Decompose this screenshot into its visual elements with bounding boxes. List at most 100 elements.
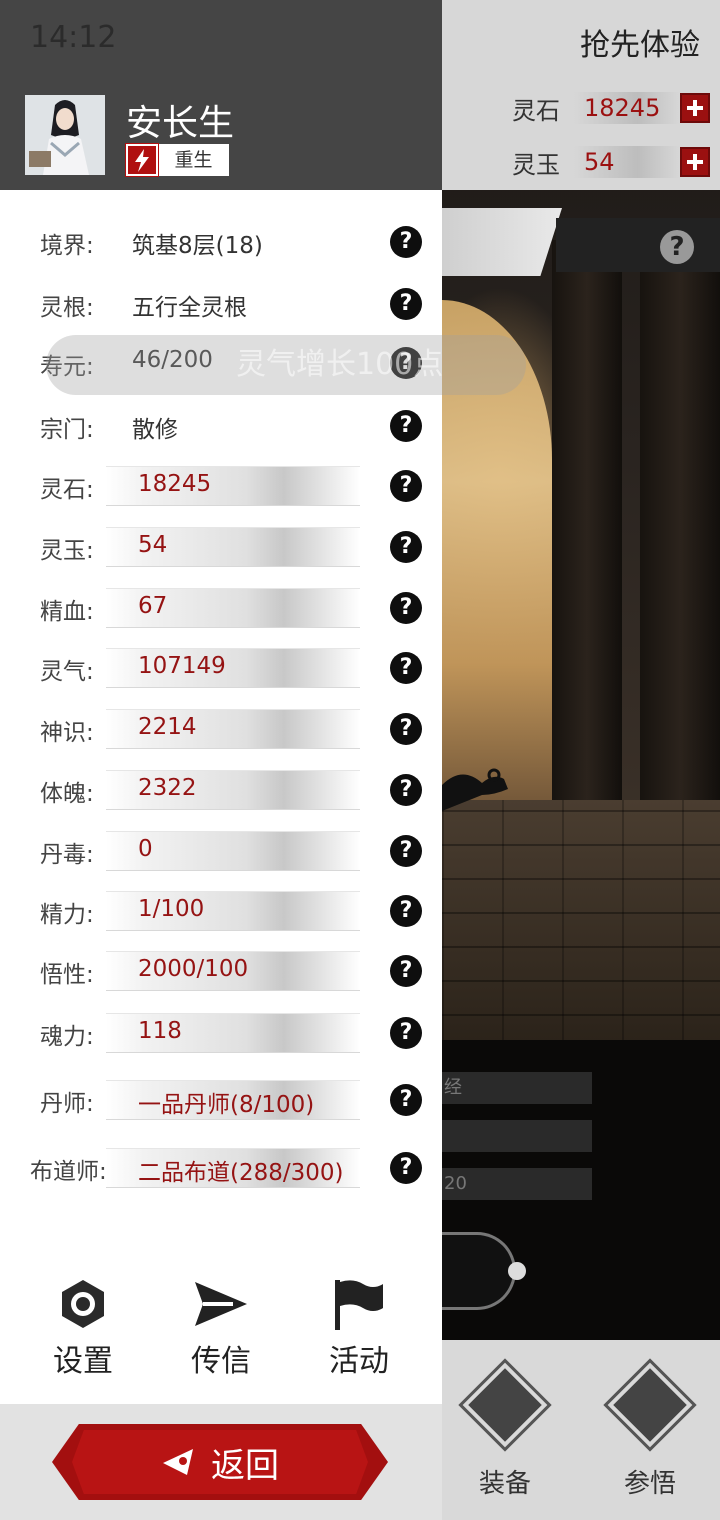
help-icon[interactable]: ? xyxy=(390,774,422,806)
stat-row: 丹师: 一品丹师(8/100)? xyxy=(0,1080,442,1120)
stat-label: 体魄: xyxy=(40,781,94,807)
resource-label: 灵石 xyxy=(512,96,560,125)
stat-row: 灵根: 五行全灵根? xyxy=(0,284,442,324)
add-resource-button[interactable] xyxy=(680,93,710,123)
help-icon[interactable]: ? xyxy=(390,652,422,684)
stone-pillar xyxy=(640,240,720,860)
nav-equipment[interactable]: 装备 xyxy=(455,1358,555,1500)
stat-value-bar: 0 xyxy=(106,831,360,871)
stat-value-bar: 2322 xyxy=(106,770,360,810)
status-time: 14:12 xyxy=(30,20,117,55)
back-button[interactable]: 返回 xyxy=(52,1424,388,1500)
help-icon[interactable]: ? xyxy=(390,226,422,258)
help-icon: ? xyxy=(660,230,694,264)
stat-value-bar: 2000/100 xyxy=(106,951,360,991)
stat-row: 悟性: 2000/100? xyxy=(0,951,442,991)
stat-label: 灵玉: xyxy=(40,538,94,564)
resource-value: 54 xyxy=(574,146,680,178)
stat-row: 灵玉: 54? xyxy=(0,527,442,567)
stat-label: 神识: xyxy=(40,720,94,746)
bg-row: 经 xyxy=(442,1072,592,1104)
stat-label: 丹师: xyxy=(40,1091,94,1117)
send-icon xyxy=(195,1282,247,1326)
stat-row: 宗门: 散修? xyxy=(0,406,442,446)
help-icon[interactable]: ? xyxy=(390,531,422,563)
avatar[interactable] xyxy=(25,95,105,175)
stat-value: 54 xyxy=(138,532,168,558)
help-icon[interactable]: ? xyxy=(390,1084,422,1116)
resource-row-lingshi: 灵石 18245 xyxy=(512,90,710,126)
menu-label: 设置 xyxy=(53,1344,113,1379)
lightning-icon xyxy=(125,143,159,177)
stone-pillar xyxy=(552,240,622,840)
rebirth-tag: 重生 xyxy=(125,143,229,177)
stat-value-bar: 1/100 xyxy=(106,891,360,931)
resource-label: 灵玉 xyxy=(512,150,560,179)
nav-comprehend[interactable]: 参悟 xyxy=(600,1358,700,1500)
stat-value: 67 xyxy=(138,593,168,619)
help-icon[interactable]: ? xyxy=(390,410,422,442)
stat-value: 0 xyxy=(138,836,153,862)
flag-icon xyxy=(335,1280,383,1330)
scroll-banner-dark xyxy=(556,218,720,272)
back-arrow-icon xyxy=(163,1449,193,1475)
stat-label: 精血: xyxy=(40,599,94,625)
book-icon xyxy=(603,1358,697,1452)
stat-row: 精力: 1/100? xyxy=(0,891,442,931)
stat-label: 魂力: xyxy=(40,1024,94,1050)
tag-label: 重生 xyxy=(174,149,213,171)
menu-label: 传信 xyxy=(191,1344,251,1379)
settings-button[interactable]: 设置 xyxy=(28,1278,138,1380)
help-icon[interactable]: ? xyxy=(390,895,422,927)
nav-label: 参悟 xyxy=(623,1469,676,1499)
stat-value: 1/100 xyxy=(138,896,205,922)
stat-value: 2214 xyxy=(138,714,197,740)
stat-value-bar: 18245 xyxy=(106,466,360,506)
message-button[interactable]: 传信 xyxy=(166,1278,276,1380)
menu-label: 活动 xyxy=(329,1344,389,1379)
events-button[interactable]: 活动 xyxy=(304,1278,414,1380)
stat-value-bar: 2214 xyxy=(106,709,360,749)
stat-value: 18245 xyxy=(138,471,212,497)
help-icon[interactable]: ? xyxy=(390,713,422,745)
stat-label: 宗门: xyxy=(40,417,94,443)
nav-label: 装备 xyxy=(478,1469,531,1499)
stat-row: 体魄: 2322? xyxy=(0,770,442,810)
stat-row: 布道师: 二品布道(288/300)? xyxy=(0,1148,442,1188)
help-icon[interactable]: ? xyxy=(390,835,422,867)
add-resource-button[interactable] xyxy=(680,147,710,177)
stat-value: 散修 xyxy=(132,417,178,443)
drawer-header: 14:12 安长生 重生 xyxy=(0,0,442,190)
stat-row: 魂力: 118? xyxy=(0,1013,442,1053)
help-icon[interactable]: ? xyxy=(390,470,422,502)
avatar-portrait-icon xyxy=(25,95,105,175)
stat-value-bar: 107149 xyxy=(106,648,360,688)
player-name: 安长生 xyxy=(126,103,235,144)
stat-value-bar: 118 xyxy=(106,1013,360,1053)
stat-value-bar: 二品布道(288/300) xyxy=(106,1148,360,1188)
sword-icon xyxy=(458,1358,552,1452)
back-label: 返回 xyxy=(211,1445,279,1486)
stat-label: 丹毒: xyxy=(40,842,94,868)
help-icon[interactable]: ? xyxy=(390,1017,422,1049)
help-icon[interactable]: ? xyxy=(390,1152,422,1184)
meditating-figure-icon xyxy=(442,768,508,811)
gear-icon xyxy=(62,1280,104,1328)
resource-row-lingyu: 灵玉 54 xyxy=(512,144,710,180)
stat-value-bar: 一品丹师(8/100) xyxy=(106,1080,360,1120)
stat-label: 灵根: xyxy=(40,295,94,321)
scroll-banner xyxy=(442,208,562,276)
stat-value-bar: 67 xyxy=(106,588,360,628)
stat-value: 2322 xyxy=(138,775,197,801)
floating-tip: 灵气增长100点 xyxy=(46,335,526,395)
stone-floor xyxy=(442,800,720,1050)
side-drawer: 14:12 安长生 重生 境界: 筑基8层(18)? 灵根: 五行全灵根? 寿元: 46/… xyxy=(0,0,442,1520)
stat-value: 筑基8层(18) xyxy=(132,233,263,259)
stat-value-bar: 54 xyxy=(106,527,360,567)
help-icon[interactable]: ? xyxy=(390,955,422,987)
stat-row: 神识: 2214? xyxy=(0,709,442,749)
help-icon[interactable]: ? xyxy=(390,592,422,624)
stat-row: 丹毒: 0? xyxy=(0,831,442,871)
stat-value: 二品布道(288/300) xyxy=(138,1160,344,1186)
help-icon[interactable]: ? xyxy=(390,288,422,320)
